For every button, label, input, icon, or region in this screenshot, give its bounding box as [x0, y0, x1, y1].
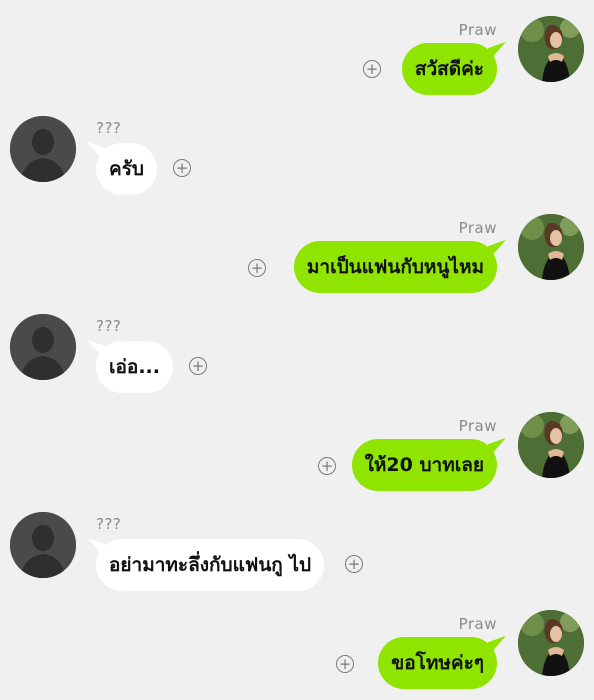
- message-bubble[interactable]: สวัสดีค่ะ: [401, 43, 497, 95]
- sender-name: ???: [96, 515, 122, 533]
- message-bubble[interactable]: เอ่อ...: [96, 341, 173, 393]
- message-bubble[interactable]: ให้20 บาทเลย: [351, 439, 497, 491]
- message-bubble[interactable]: ครับ: [96, 143, 157, 195]
- message-row: Praw สวัสดีค่ะ +: [0, 0, 594, 100]
- message-bubble[interactable]: อย่ามาทะลึ่งกับแฟนกู ไป: [96, 539, 325, 591]
- plus-circle-icon[interactable]: +: [189, 357, 207, 375]
- message-bubble[interactable]: มาเป็นแฟนกับหนูไหม: [293, 241, 497, 293]
- avatar[interactable]: [10, 314, 76, 380]
- avatar[interactable]: [518, 214, 584, 280]
- plus-circle-icon[interactable]: +: [336, 655, 354, 673]
- sender-name: Praw: [458, 219, 497, 237]
- chat-thread: Praw สวัสดีค่ะ + ??? ครับ + Praw มาเป็นแ…: [0, 0, 594, 700]
- sender-name: Praw: [458, 615, 497, 633]
- plus-circle-icon[interactable]: +: [363, 60, 381, 78]
- message-row: Praw ให้20 บาทเลย +: [0, 396, 594, 496]
- avatar[interactable]: [518, 610, 584, 676]
- message-bubble[interactable]: ขอโทษค่ะๆ: [378, 637, 497, 689]
- avatar[interactable]: [518, 412, 584, 478]
- message-row: Praw มาเป็นแฟนกับหนูไหม +: [0, 198, 594, 298]
- message-row: Praw ขอโทษค่ะๆ +: [0, 594, 594, 700]
- sender-name: ???: [96, 119, 122, 137]
- sender-name: Praw: [458, 417, 497, 435]
- sender-name: Praw: [458, 21, 497, 39]
- plus-circle-icon[interactable]: +: [345, 555, 363, 573]
- sender-name: ???: [96, 317, 122, 335]
- plus-circle-icon[interactable]: +: [248, 259, 266, 277]
- message-row: ??? เอ่อ... +: [0, 298, 594, 398]
- message-row: ??? อย่ามาทะลึ่งกับแฟนกู ไป +: [0, 496, 594, 596]
- avatar[interactable]: [10, 116, 76, 182]
- plus-circle-icon[interactable]: +: [318, 457, 336, 475]
- avatar[interactable]: [10, 512, 76, 578]
- plus-circle-icon[interactable]: +: [173, 159, 191, 177]
- avatar[interactable]: [518, 16, 584, 82]
- message-row: ??? ครับ +: [0, 100, 594, 200]
